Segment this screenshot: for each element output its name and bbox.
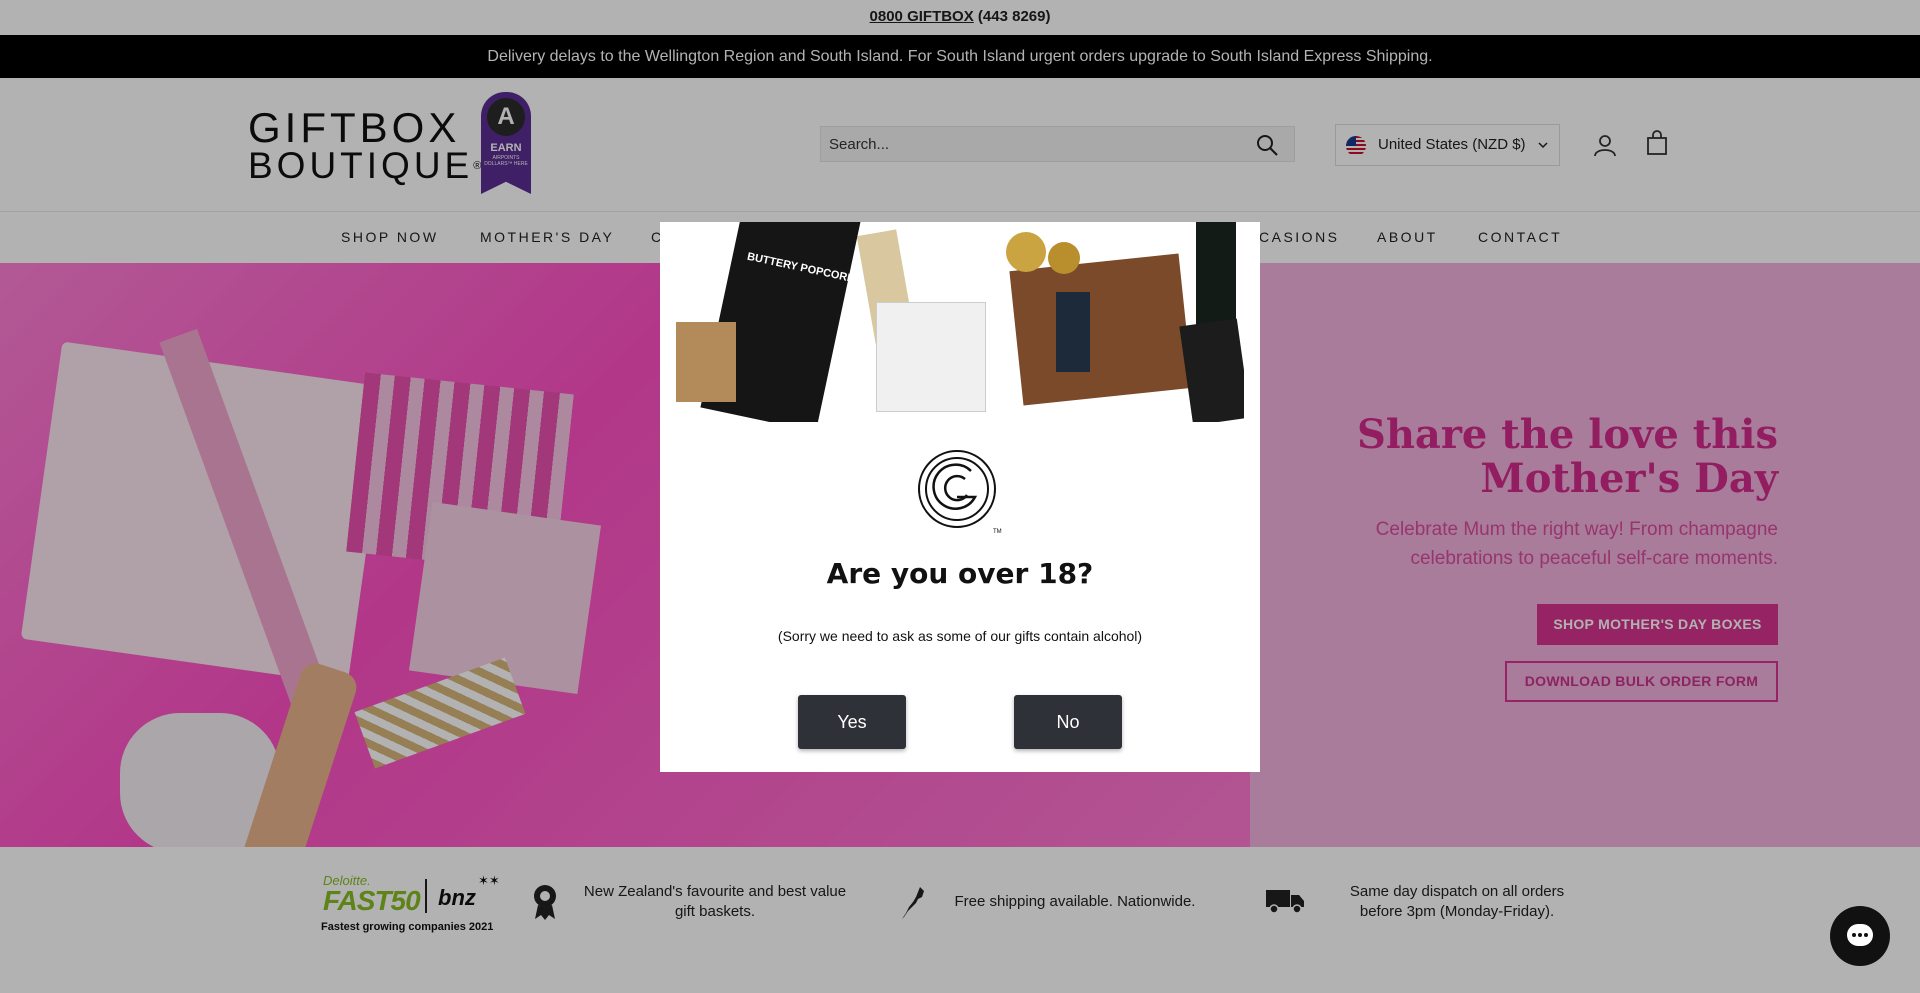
- image-black-box: [1179, 318, 1244, 422]
- gb-logo-tm: TM: [993, 529, 1002, 535]
- age-verification-modal: BUTTERY POPCORN TM Are you over 18? (Sor…: [660, 222, 1260, 772]
- modal-product-image: BUTTERY POPCORN: [676, 222, 1244, 422]
- image-board: [1009, 253, 1193, 406]
- chat-button[interactable]: [1830, 906, 1890, 966]
- modal-title: Are you over 18?: [826, 557, 1094, 590]
- yes-button[interactable]: Yes: [798, 695, 906, 749]
- gb-logo-icon: TM: [918, 450, 1002, 535]
- image-gold-cup-2: [1048, 242, 1080, 274]
- chat-icon: [1847, 924, 1873, 946]
- image-card: [876, 302, 986, 412]
- image-jar: [1056, 292, 1090, 372]
- image-gold-cup: [1006, 232, 1046, 272]
- image-box: [676, 322, 736, 402]
- modal-note: (Sorry we need to ask as some of our gif…: [777, 628, 1143, 644]
- no-button[interactable]: No: [1014, 695, 1122, 749]
